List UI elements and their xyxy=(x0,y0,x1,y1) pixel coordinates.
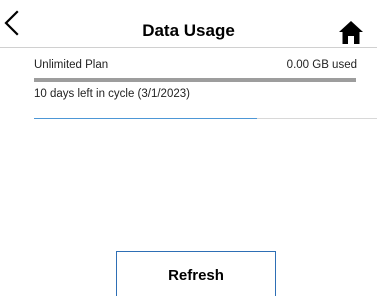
home-button[interactable] xyxy=(338,19,364,45)
home-icon xyxy=(338,19,364,45)
plan-row: Unlimited Plan 0.00 GB used xyxy=(34,59,357,75)
refresh-progress-bar xyxy=(34,118,377,119)
page-title: Data Usage xyxy=(142,21,235,40)
refresh-button-label: Refresh xyxy=(168,267,224,284)
plan-name: Unlimited Plan xyxy=(34,59,109,71)
header: Data Usage xyxy=(0,0,377,48)
refresh-progress-fill xyxy=(34,118,257,119)
usage-bar xyxy=(34,78,356,82)
cycle-info: 10 days left in cycle (3/1/2023) xyxy=(34,88,190,100)
usage-amount: 0.00 GB used xyxy=(286,59,357,71)
refresh-button[interactable]: Refresh xyxy=(116,251,276,296)
header-divider xyxy=(0,47,377,48)
